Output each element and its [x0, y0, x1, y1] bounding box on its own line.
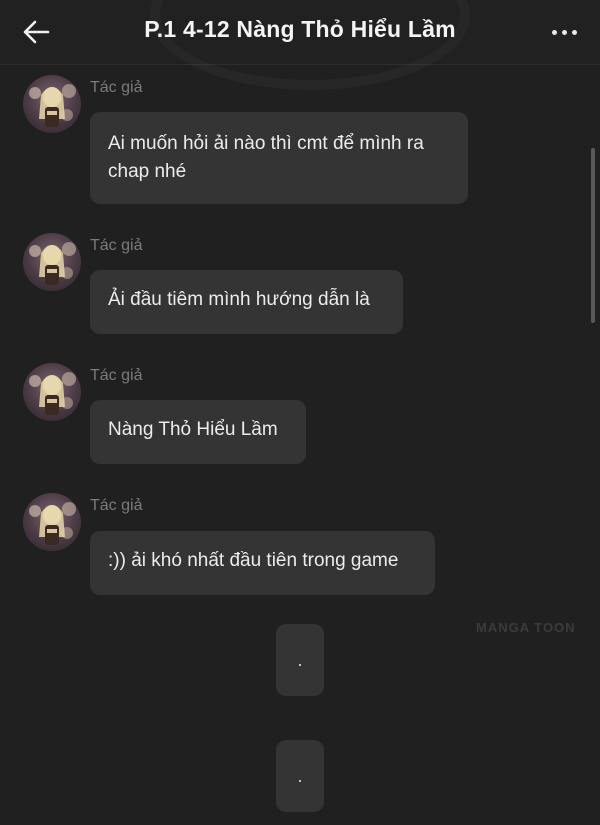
author-avatar[interactable]: [23, 493, 81, 551]
message-text: :)) ải khó nhất đầu tiên trong game: [108, 550, 399, 571]
chat-screen: P.1 4-12 Nàng Thỏ Hiểu Lầm Tác giả Ai mu…: [0, 0, 600, 825]
message-bubble[interactable]: Ải đầu tiêm mình hướng dẫn là: [90, 270, 403, 334]
more-dot: [561, 29, 567, 35]
sender-name: Tác giả: [90, 497, 143, 514]
back-button[interactable]: [14, 14, 58, 50]
message-text-line: Ai muốn hỏi ải nào thì cmt để mình ra: [108, 133, 424, 154]
avatar-image: [29, 242, 76, 285]
scrollbar[interactable]: [591, 148, 595, 323]
watermark: MANGA TOON: [476, 620, 576, 635]
sender-name: Tác giả: [90, 79, 143, 96]
more-dot: [571, 29, 577, 35]
more-horizontal-icon: [551, 29, 557, 35]
page-title: P.1 4-12 Nàng Thỏ Hiểu Lầm: [144, 16, 456, 42]
sender-name: Tác giả: [90, 367, 143, 384]
author-avatar[interactable]: [23, 363, 81, 421]
narration-bubble[interactable]: .: [276, 624, 324, 696]
avatar-image: [29, 84, 76, 127]
narration-bubble[interactable]: .: [276, 740, 324, 812]
avatar-image: [29, 372, 76, 415]
author-avatar[interactable]: [23, 233, 81, 291]
top-bar: P.1 4-12 Nàng Thỏ Hiểu Lầm: [0, 0, 600, 65]
message-bubble[interactable]: :)) ải khó nhất đầu tiên trong game: [90, 531, 435, 595]
message-text: Ải đầu tiêm mình hướng dẫn là: [108, 289, 370, 310]
author-avatar[interactable]: [23, 75, 81, 133]
narration-text: .: [297, 649, 303, 670]
message-bubble[interactable]: Ai muốn hỏi ải nào thì cmt để mình ra ch…: [90, 112, 468, 204]
avatar-image: [29, 502, 76, 545]
narration-text: .: [297, 765, 303, 786]
sender-name: Tác giả: [90, 237, 143, 254]
header-background-decoration: [150, 0, 470, 90]
more-options-button[interactable]: [542, 14, 586, 50]
message-bubble[interactable]: Nàng Thỏ Hiểu Lầm: [90, 400, 306, 464]
message-text-line: chap nhé: [108, 161, 187, 182]
message-text: Nàng Thỏ Hiểu Lầm: [108, 419, 278, 440]
arrow-left-icon: [23, 20, 50, 44]
